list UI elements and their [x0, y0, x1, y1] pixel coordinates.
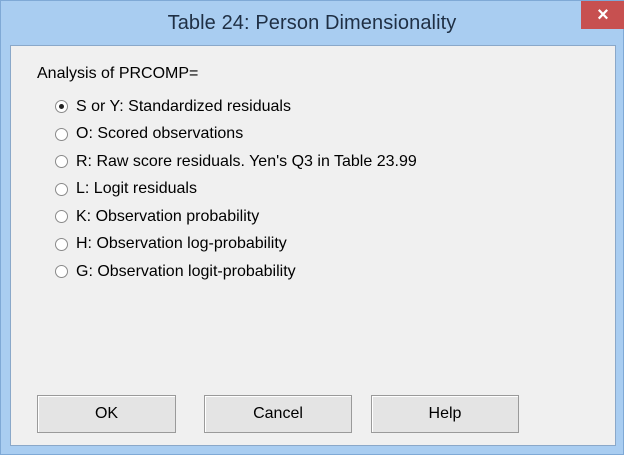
- radio-label: H: Observation log-probability: [76, 235, 287, 253]
- radio-label: O: Scored observations: [76, 125, 244, 143]
- radio-option-g[interactable]: G: Observation logit-probability: [55, 258, 417, 286]
- radio-button-icon[interactable]: [55, 155, 68, 169]
- radio-button-icon[interactable]: [55, 100, 68, 114]
- close-button[interactable]: ×: [581, 1, 624, 29]
- radio-label: R: Raw score residuals. Yen's Q3 in Tabl…: [76, 152, 417, 170]
- radio-label: K: Observation probability: [76, 207, 260, 225]
- radio-option-l[interactable]: L: Logit residuals: [55, 176, 417, 204]
- help-button[interactable]: Help: [371, 395, 519, 433]
- radio-option-k[interactable]: K: Observation probability: [55, 203, 417, 231]
- radio-option-s[interactable]: S or Y: Standardized residuals: [55, 93, 417, 121]
- radio-option-o[interactable]: O: Scored observations: [55, 121, 417, 149]
- group-label: Analysis of PRCOMP=: [37, 65, 199, 82]
- radio-option-h[interactable]: H: Observation log-probability: [55, 231, 417, 259]
- radio-label: S or Y: Standardized residuals: [76, 97, 291, 115]
- radio-button-icon[interactable]: [55, 265, 68, 279]
- cancel-button[interactable]: Cancel: [204, 395, 352, 433]
- close-icon: ×: [597, 4, 609, 26]
- dialog-body: Analysis of PRCOMP= S or Y: Standardized…: [10, 45, 616, 446]
- title-bar[interactable]: Table 24: Person Dimensionality ×: [1, 1, 624, 45]
- ok-button[interactable]: OK: [37, 395, 176, 433]
- dialog-window: Table 24: Person Dimensionality × Analys…: [0, 0, 624, 455]
- radio-group: S or Y: Standardized residuals O: Scored…: [55, 93, 417, 286]
- window-title: Table 24: Person Dimensionality: [167, 12, 457, 34]
- radio-button-icon[interactable]: [55, 210, 68, 224]
- radio-button-icon[interactable]: [55, 237, 68, 251]
- radio-button-icon[interactable]: [55, 182, 68, 196]
- radio-option-r[interactable]: R: Raw score residuals. Yen's Q3 in Tabl…: [55, 148, 417, 176]
- radio-label: G: Observation logit-probability: [76, 262, 296, 280]
- radio-label: L: Logit residuals: [76, 180, 197, 198]
- radio-button-icon[interactable]: [55, 127, 68, 141]
